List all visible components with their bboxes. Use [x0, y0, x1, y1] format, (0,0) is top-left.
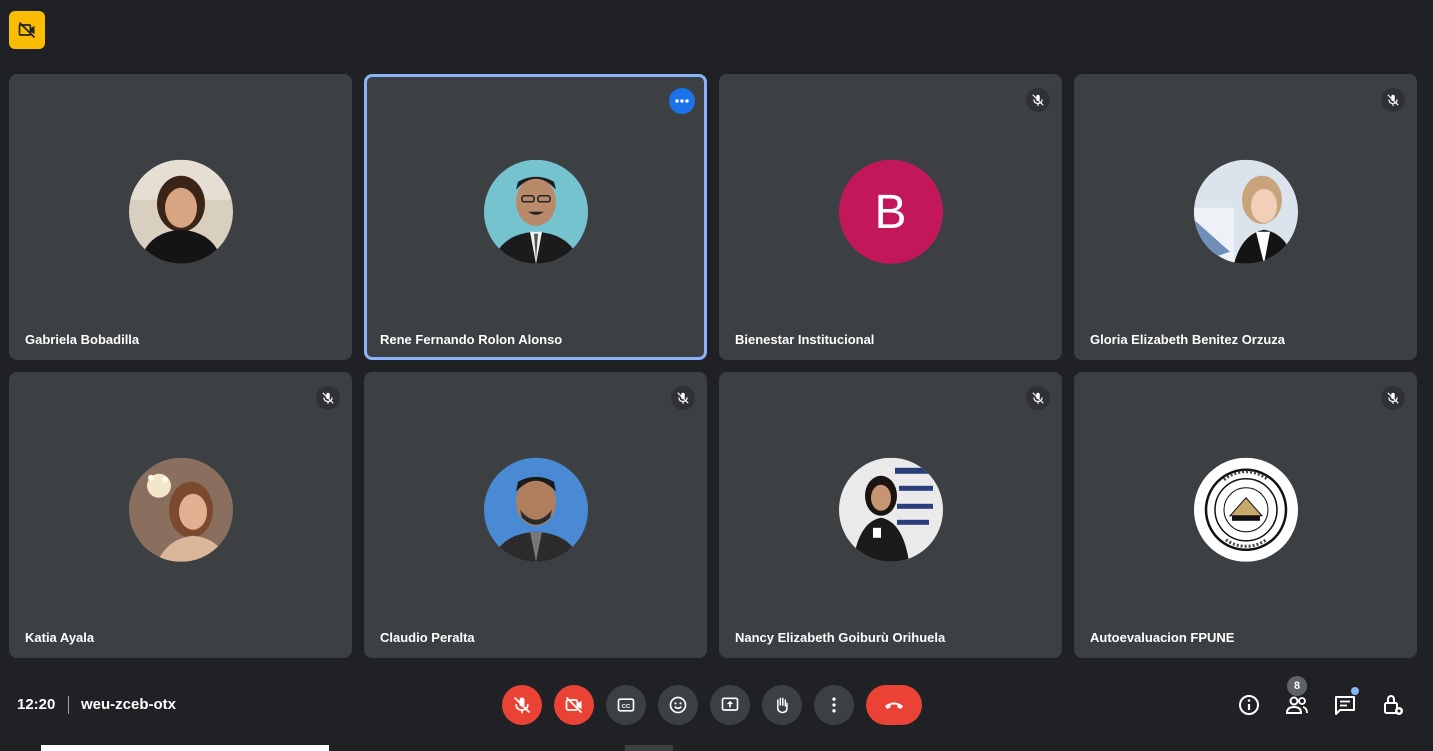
svg-text:CC: CC [622, 704, 631, 710]
participant-tile[interactable]: Gabriela Bobadilla [9, 74, 352, 360]
participant-name: Gabriela Bobadilla [25, 332, 140, 347]
more-options-button[interactable] [814, 685, 854, 725]
avatar [128, 457, 233, 562]
participant-tile[interactable]: Autoevaluacion FPUNE [1074, 372, 1417, 658]
participant-name: Rene Fernando Rolon Alonso [380, 332, 563, 347]
reactions-button[interactable] [658, 685, 698, 725]
participant-name: Autoevaluacion FPUNE [1090, 630, 1235, 645]
video-off-icon [565, 696, 583, 714]
raise-hand-button[interactable] [762, 685, 802, 725]
bottom-bar: 12:20 weu-zceb-otx CC 8 [0, 676, 1433, 730]
side-panel-controls: 8 [1229, 676, 1413, 725]
emoji-icon [669, 696, 687, 714]
present-screen-icon [721, 697, 739, 711]
participant-tile-active[interactable]: Rene Fernando Rolon Alonso [364, 74, 707, 360]
participant-tile[interactable]: Nancy Elizabeth Goiburù Orihuela [719, 372, 1062, 658]
mic-off-icon [1381, 88, 1405, 112]
participant-grid: Gabriela Bobadilla Rene Fernando Rolon A… [9, 74, 1417, 658]
no-video-badge-icon[interactable] [9, 11, 45, 49]
participant-tile[interactable]: Gloria Elizabeth Benitez Orzuza [1074, 74, 1417, 360]
participant-name: Bienestar Institucional [735, 332, 875, 347]
avatar [483, 457, 588, 562]
taskbar-item [625, 745, 673, 751]
divider [68, 696, 69, 714]
avatar [128, 159, 233, 264]
mic-off-icon [1381, 386, 1405, 410]
meeting-details-button[interactable] [1229, 685, 1269, 725]
meet-window: Gabriela Bobadilla Rene Fernando Rolon A… [0, 0, 1433, 751]
more-horizontal-icon [675, 99, 689, 103]
people-count-badge: 8 [1287, 676, 1307, 696]
mic-off-icon [1026, 386, 1050, 410]
participant-name: Nancy Elizabeth Goiburù Orihuela [735, 630, 946, 645]
present-screen-button[interactable] [710, 685, 750, 725]
avatar [838, 457, 943, 562]
people-icon [1285, 696, 1308, 714]
captions-icon: CC [617, 698, 635, 712]
clock: 12:20 [17, 696, 56, 713]
host-controls-lock-icon [1384, 694, 1403, 715]
participant-tile[interactable]: Claudio Peralta [364, 372, 707, 658]
info-icon [1239, 695, 1259, 715]
taskbar-thumbnail [41, 745, 329, 751]
chat-notification-dot [1351, 687, 1359, 695]
more-options-button[interactable] [669, 88, 695, 114]
participant-tile[interactable]: B Bienestar Institucional [719, 74, 1062, 360]
host-controls-button[interactable] [1373, 685, 1413, 725]
meeting-code: weu-zceb-otx [81, 696, 177, 713]
toggle-camera-button[interactable] [554, 685, 594, 725]
chat-icon [1335, 696, 1355, 715]
participant-tile[interactable]: Katia Ayala [9, 372, 352, 658]
more-vertical-icon [832, 697, 836, 713]
toggle-mic-button[interactable] [502, 685, 542, 725]
leave-call-button[interactable] [866, 685, 922, 725]
people-button[interactable]: 8 [1277, 676, 1317, 725]
hangup-icon [885, 702, 903, 709]
captions-button[interactable]: CC [606, 685, 646, 725]
participant-name: Katia Ayala [25, 630, 95, 645]
participant-name: Claudio Peralta [380, 630, 475, 645]
raise-hand-icon [776, 697, 788, 714]
avatar [483, 159, 588, 264]
avatar [1193, 159, 1298, 264]
mic-off-icon [513, 696, 531, 714]
mic-off-icon [1026, 88, 1050, 112]
chat-button[interactable] [1325, 685, 1365, 725]
mic-off-icon [316, 386, 340, 410]
participant-name: Gloria Elizabeth Benitez Orzuza [1090, 332, 1286, 347]
call-controls: CC [502, 685, 922, 725]
avatar-letter: B [838, 159, 943, 264]
mic-off-icon [671, 386, 695, 410]
seal-logo [1193, 457, 1298, 562]
